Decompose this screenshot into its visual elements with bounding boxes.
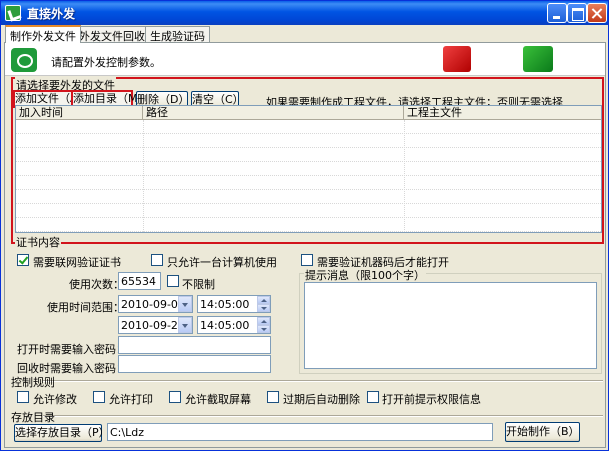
- tab-panel: 请配置外发控制参数。 请选择要外发的文件 添加文件（A） 添加目录（M） 删除（…: [4, 42, 606, 448]
- file-list-table[interactable]: 加入时间 路径 工程主文件: [15, 105, 602, 233]
- online-verify-checkbox[interactable]: [17, 254, 29, 266]
- spin-down-icon[interactable]: [257, 304, 270, 312]
- single-pc-checkbox[interactable]: [151, 254, 163, 266]
- storage-label: 存放目录: [11, 411, 55, 424]
- tip-message-frame: 提示消息（限100个字）: [299, 267, 602, 374]
- allow-screenshot-label: 允许截取屏幕: [185, 393, 251, 406]
- control-rules-label: 控制规则: [11, 376, 55, 389]
- open-password-label: 打开时需要输入密码：: [17, 343, 127, 356]
- allow-screenshot-checkbox[interactable]: [169, 391, 181, 403]
- app-icon: [5, 5, 21, 21]
- table-row[interactable]: [16, 190, 601, 204]
- recycle-password-input[interactable]: [118, 355, 271, 373]
- main-window: 直接外发 制作外发文件 外发文件回收 生成验证码 请配置外发控制参数。 请选择要…: [0, 0, 609, 451]
- red-decoration-icon: [443, 46, 471, 72]
- tab-recycle[interactable]: 外发文件回收: [74, 26, 150, 43]
- table-row[interactable]: [16, 134, 601, 148]
- table-row[interactable]: [16, 204, 601, 218]
- allow-print-checkbox[interactable]: [93, 391, 105, 403]
- machine-code-checkbox[interactable]: [301, 254, 313, 266]
- tab-verify-code[interactable]: 生成验证码: [145, 26, 210, 43]
- table-row[interactable]: [16, 148, 601, 162]
- spin-up-icon[interactable]: [257, 317, 270, 325]
- column-header-main-file[interactable]: 工程主文件: [404, 106, 601, 120]
- title-bar[interactable]: 直接外发: [1, 1, 608, 25]
- tip-message-textarea[interactable]: [304, 282, 597, 369]
- prompt-permission-checkbox[interactable]: [367, 391, 379, 403]
- usage-count-input[interactable]: 65534: [118, 272, 161, 290]
- storage-path-input[interactable]: C:\Ldz: [107, 423, 493, 441]
- window-title: 直接外发: [27, 7, 76, 21]
- auto-delete-checkbox[interactable]: [267, 391, 279, 403]
- allow-modify-label: 允许修改: [33, 393, 77, 406]
- minimize-button[interactable]: [547, 3, 567, 23]
- end-time-spinner[interactable]: [257, 317, 270, 333]
- spin-down-icon[interactable]: [257, 325, 270, 333]
- banner: 请配置外发控制参数。: [5, 43, 605, 76]
- table-row[interactable]: [16, 218, 601, 232]
- close-button[interactable]: [587, 3, 607, 23]
- choose-directory-button[interactable]: 选择存放目录（P）: [14, 424, 110, 442]
- single-pc-label: 只允许一台计算机使用: [167, 256, 277, 269]
- open-password-input[interactable]: [118, 336, 271, 354]
- cert-group-label: 证书内容: [15, 234, 61, 250]
- unlimited-checkbox[interactable]: [167, 275, 179, 287]
- table-row[interactable]: [16, 162, 601, 176]
- maximize-button[interactable]: [567, 3, 587, 23]
- online-verify-label: 需要联网验证证书: [33, 256, 121, 269]
- start-time-spinner[interactable]: [257, 296, 270, 312]
- allow-print-label: 允许打印: [109, 393, 153, 406]
- column-header-time[interactable]: 加入时间: [16, 106, 143, 120]
- time-range-label: 使用时间范围：: [47, 301, 124, 314]
- green-decoration-icon: [523, 46, 553, 72]
- tab-make-outgoing[interactable]: 制作外发文件: [5, 25, 81, 43]
- settings-icon: [11, 48, 37, 72]
- divider: [43, 415, 603, 417]
- table-row[interactable]: [16, 176, 601, 190]
- column-header-path[interactable]: 路径: [143, 106, 404, 120]
- auto-delete-label: 过期后自动删除: [283, 393, 360, 406]
- tip-message-label: 提示消息（限100个字）: [304, 267, 426, 283]
- spin-up-icon[interactable]: [257, 296, 270, 304]
- divider: [43, 380, 603, 382]
- file-selection-group: 请选择要外发的文件 添加文件（A） 添加目录（M） 删除（D） 清空（C） 如果…: [11, 77, 604, 250]
- usage-count-label: 使用次数：: [69, 278, 124, 291]
- banner-message: 请配置外发控制参数。: [51, 56, 161, 69]
- prompt-permission-label: 打开前提示权限信息: [382, 393, 481, 406]
- end-date-dropdown-icon[interactable]: [178, 317, 192, 333]
- unlimited-label: 不限制: [182, 278, 215, 291]
- start-make-button[interactable]: 开始制作（B）: [505, 422, 580, 442]
- table-row[interactable]: [16, 120, 601, 134]
- allow-modify-checkbox[interactable]: [17, 391, 29, 403]
- start-date-dropdown-icon[interactable]: [178, 296, 192, 312]
